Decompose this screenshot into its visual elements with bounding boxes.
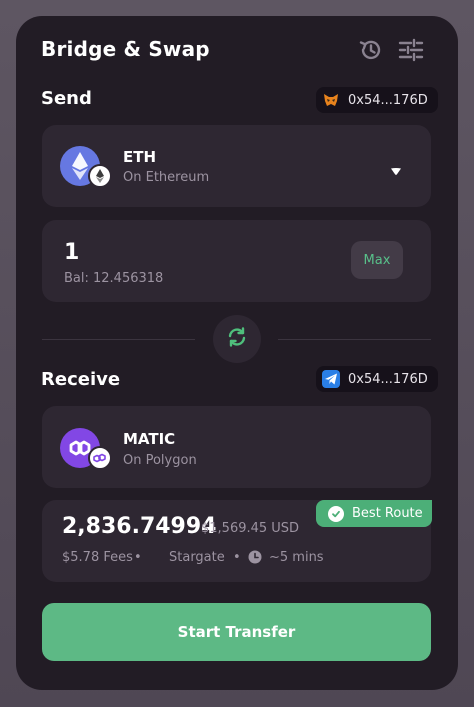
max-button[interactable]: Max (351, 241, 403, 279)
send-amount-card: 1 Bal: 12.456318 Max (42, 220, 431, 302)
divider-right (278, 339, 431, 340)
page-title: Bridge & Swap (41, 37, 210, 61)
send-label: Send (41, 88, 92, 109)
receive-wallet-chip[interactable]: 0x54...176D (316, 366, 438, 392)
telegram-icon (322, 370, 340, 388)
bridge-panel: Bridge & Swap Send 0x54...176D ETH On Et… (16, 16, 458, 690)
send-wallet-chip[interactable]: 0x54...176D (316, 87, 438, 113)
ethereum-network-icon (88, 164, 112, 188)
best-route-badge: Best Route (316, 500, 432, 527)
polygon-network-icon (88, 446, 112, 470)
receive-wallet-address: 0x54...176D (348, 371, 428, 387)
send-amount-input[interactable]: 1 (64, 240, 79, 265)
divider-left (42, 339, 195, 340)
receive-amount: 2,836.74994 (62, 514, 217, 539)
swap-direction-button[interactable] (213, 315, 261, 363)
fees-text: $5.78 Fees (62, 550, 133, 565)
clock-icon (248, 549, 262, 568)
receive-label: Receive (41, 369, 121, 390)
send-balance: Bal: 12.456318 (64, 271, 164, 286)
receive-token-selector[interactable]: MATIC On Polygon (42, 406, 431, 488)
app-frame: Bridge & Swap Send 0x54...176D ETH On Et… (0, 0, 474, 707)
route-provider: Stargate (169, 550, 225, 565)
receive-usd-value: $1,569.45 USD (201, 521, 300, 536)
metamask-icon (322, 91, 340, 109)
chevron-down-icon[interactable] (390, 161, 402, 180)
send-token-network: On Ethereum (123, 170, 210, 185)
receive-token-network: On Polygon (123, 453, 197, 468)
separator-dot: • (134, 550, 142, 565)
send-token-symbol: ETH (123, 148, 157, 166)
settings-sliders-icon[interactable] (397, 36, 425, 64)
check-circle-icon (328, 505, 344, 522)
estimated-time: ~5 mins (269, 550, 324, 565)
send-token-selector[interactable]: ETH On Ethereum (42, 125, 431, 207)
receive-token-symbol: MATIC (123, 430, 176, 448)
best-route-label: Best Route (352, 506, 423, 521)
history-icon[interactable] (357, 36, 385, 64)
send-wallet-address: 0x54...176D (348, 92, 428, 108)
swap-arrows-icon (225, 325, 249, 353)
start-transfer-button[interactable]: Start Transfer (42, 603, 431, 661)
separator-dot: • (233, 550, 241, 565)
